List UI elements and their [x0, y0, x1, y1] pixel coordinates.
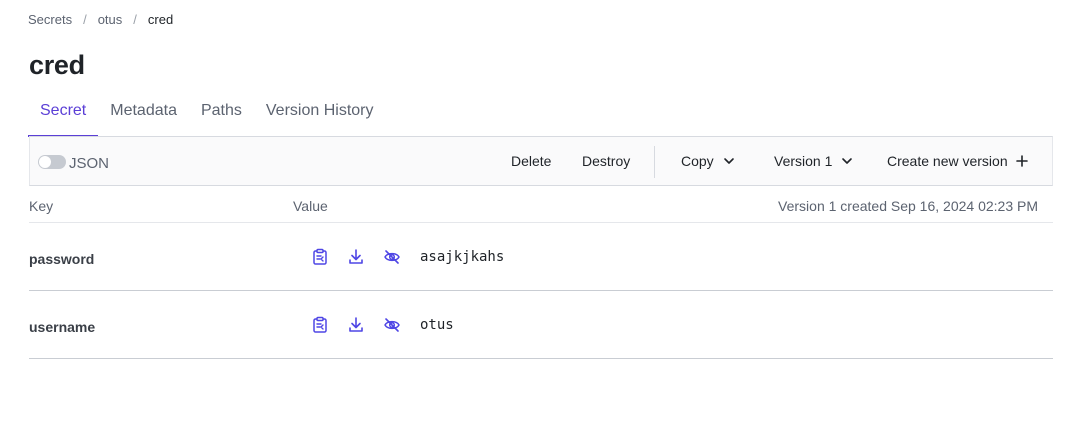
chevron-down-icon	[842, 158, 853, 164]
breadcrumb-current: cred	[147, 12, 174, 27]
copy-button-label: Copy	[681, 153, 714, 169]
json-toggle[interactable]: JSON	[38, 151, 109, 172]
breadcrumb-otus[interactable]: otus	[98, 12, 123, 27]
secret-toolbar: JSON Delete Destroy Copy Version 1 Creat…	[29, 136, 1053, 186]
value-column-header: Value	[293, 198, 328, 214]
breadcrumb-separator: /	[83, 12, 87, 27]
page-title: cred	[29, 50, 85, 80]
table-row: password asajkjkahs	[29, 223, 1053, 291]
tab-version-history[interactable]: Version History	[254, 92, 386, 137]
clipboard-icon[interactable]	[310, 247, 330, 267]
destroy-button-label: Destroy	[582, 153, 631, 169]
download-icon[interactable]	[346, 247, 366, 267]
tab-bar: Secret Metadata Paths Version History	[28, 92, 385, 137]
breadcrumb: Secrets / otus / cred	[28, 12, 173, 27]
key-column-header: Key	[29, 198, 54, 214]
chevron-down-icon	[723, 158, 734, 164]
toggle-knob	[39, 155, 51, 168]
secret-value: asajkjkahs	[420, 249, 505, 265]
eye-off-icon[interactable]	[382, 315, 402, 335]
eye-off-icon[interactable]	[382, 247, 402, 267]
create-version-label: Create new version	[887, 153, 1008, 169]
plus-icon	[1015, 155, 1028, 167]
tab-paths[interactable]: Paths	[189, 92, 254, 137]
version-created-info: Version 1 created Sep 16, 2024 02:23 PM	[778, 198, 1038, 214]
tab-secret[interactable]: Secret	[28, 92, 99, 137]
row-actions	[310, 247, 418, 267]
delete-button-label: Delete	[511, 153, 552, 169]
breadcrumb-separator: /	[133, 12, 137, 27]
clipboard-icon[interactable]	[310, 315, 330, 335]
version-dropdown-button[interactable]: Version 1	[774, 153, 853, 169]
copy-dropdown-button[interactable]: Copy	[681, 153, 735, 169]
row-actions	[310, 315, 418, 335]
secret-key: username	[29, 319, 96, 335]
version-button-label: Version 1	[774, 153, 833, 169]
secret-value: otus	[420, 317, 454, 333]
secret-key: password	[29, 251, 95, 267]
create-new-version-button[interactable]: Create new version	[887, 153, 1028, 169]
download-icon[interactable]	[346, 315, 366, 335]
tab-metadata[interactable]: Metadata	[98, 92, 189, 137]
toggle-switch[interactable]	[38, 154, 66, 169]
table-row: username otus	[29, 291, 1053, 359]
secret-page: Secrets / otus / cred cred Secret Metada…	[0, 0, 1091, 429]
json-toggle-label: JSON	[69, 155, 110, 172]
toolbar-divider	[654, 146, 655, 178]
delete-button[interactable]: Delete	[511, 153, 551, 169]
destroy-button[interactable]: Destroy	[582, 153, 630, 169]
breadcrumb-secrets[interactable]: Secrets	[28, 12, 72, 27]
